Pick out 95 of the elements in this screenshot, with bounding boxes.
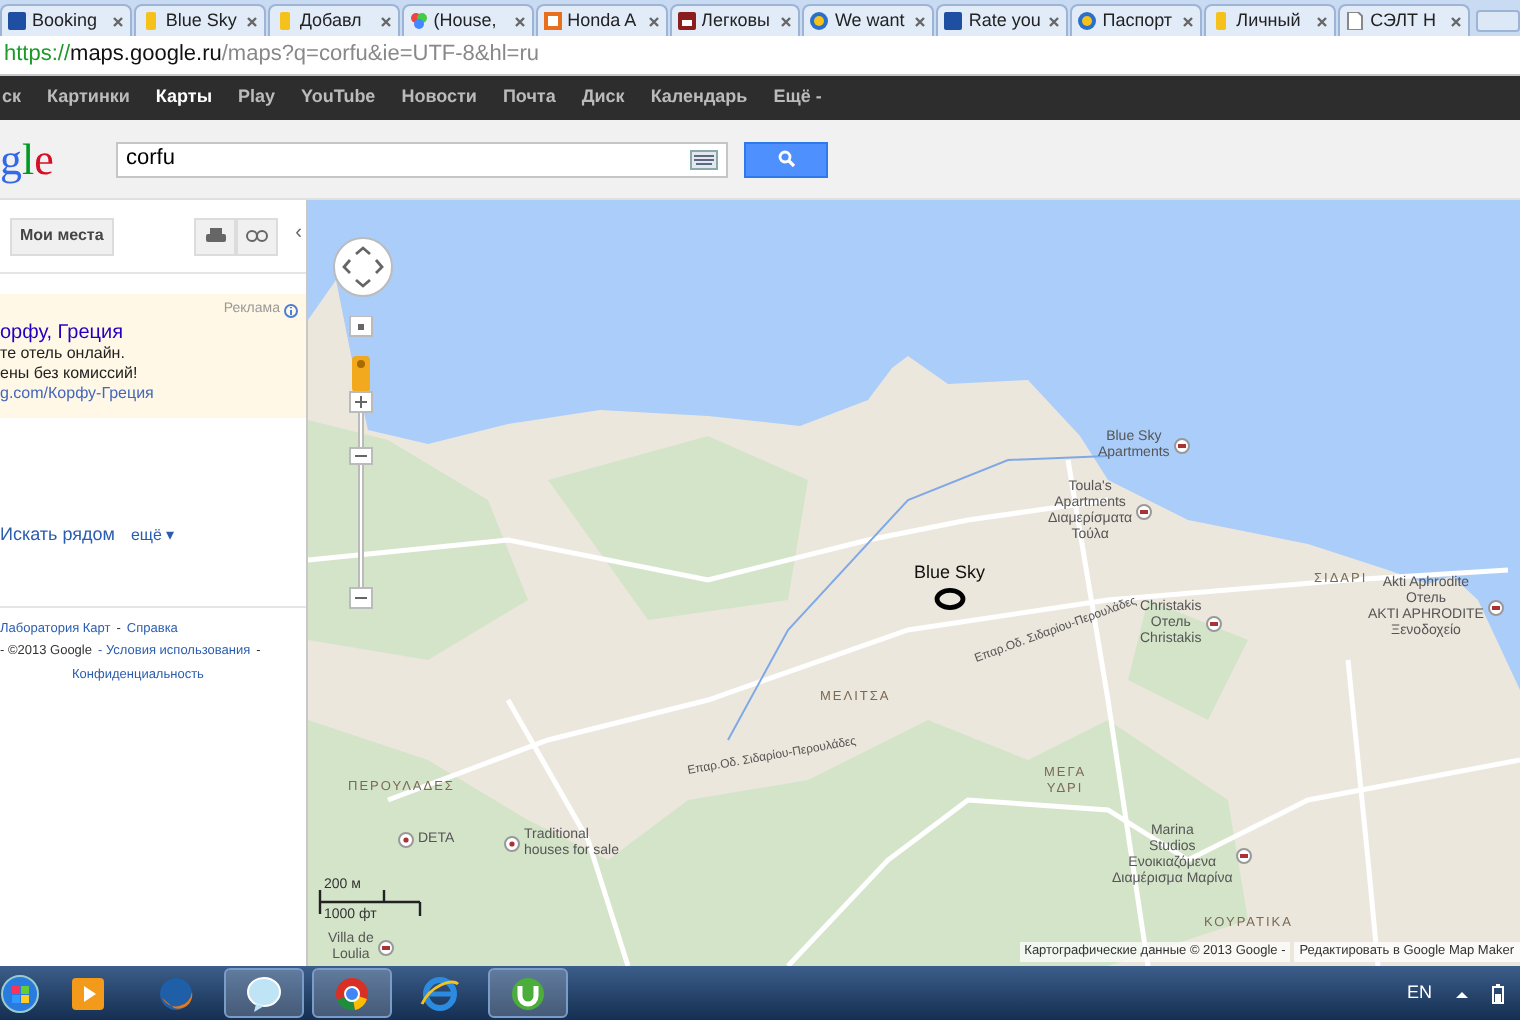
close-icon[interactable] — [1316, 15, 1329, 27]
nav-link[interactable]: Новости — [401, 84, 477, 112]
my-places-button[interactable]: Мои места — [10, 217, 114, 255]
browser-tab[interactable]: Личный — [1204, 4, 1337, 36]
browser-icon — [332, 973, 372, 1013]
bed-icon[interactable] — [1136, 504, 1153, 520]
taskbar-button[interactable] — [488, 968, 568, 1018]
bed-icon[interactable] — [1173, 438, 1190, 454]
browser-icon — [420, 973, 460, 1013]
info-icon[interactable] — [284, 303, 298, 318]
ad-title-link[interactable]: орфу, Греция — [0, 321, 306, 343]
torrent-icon — [508, 973, 548, 1013]
nav-link[interactable]: Календарь — [650, 84, 748, 112]
browser-tab[interactable]: Blue Sky — [133, 4, 266, 36]
ad-text: те отель онлайн. — [0, 343, 127, 363]
close-icon[interactable] — [1048, 15, 1061, 27]
ad-text: ены без комиссий! — [0, 363, 140, 383]
car-favicon-icon — [677, 12, 696, 30]
close-icon[interactable] — [245, 15, 258, 27]
browser-tab[interactable]: Легковы — [669, 4, 801, 36]
language-indicator[interactable]: EN — [1406, 979, 1432, 1007]
tab-title: Honda A — [567, 7, 639, 34]
browser-tab[interactable]: Rate you — [936, 4, 1069, 36]
start-icon[interactable] — [0, 973, 40, 1013]
link-button[interactable] — [236, 217, 278, 255]
nav-link[interactable]: Почта — [502, 84, 556, 112]
collapse-button[interactable]: ‹ — [295, 224, 302, 244]
browser-tab[interactable]: (House, — [401, 4, 534, 36]
browser-tab[interactable]: Honda A — [535, 4, 668, 36]
nav-link[interactable]: Картинки — [47, 84, 130, 112]
square-favicon-icon — [944, 12, 963, 30]
bed-icon[interactable] — [1236, 848, 1253, 864]
close-icon[interactable] — [1182, 15, 1195, 27]
bed-icon[interactable] — [1487, 600, 1504, 616]
action-link[interactable]: Искать рядом — [0, 522, 115, 549]
printer-icon — [205, 228, 225, 244]
link-icon — [246, 230, 268, 242]
place-icon[interactable] — [398, 832, 414, 848]
nav-link[interactable]: Карты — [155, 84, 213, 112]
tab-title: Паспорт — [1102, 7, 1175, 34]
browser-tab[interactable]: Паспорт — [1070, 4, 1203, 36]
address-field[interactable]: https://maps.google.ru/maps?q=corfu&ie=UTF-8&hl=ru — [0, 38, 540, 72]
browser-tab[interactable]: We want — [802, 4, 935, 36]
tray-expand-icon[interactable] — [1456, 989, 1468, 997]
pin-favicon-icon — [1212, 12, 1231, 30]
browser-tab[interactable]: Booking — [0, 4, 132, 36]
close-icon[interactable] — [914, 15, 927, 27]
browser-icon — [156, 973, 196, 1013]
circle-favicon-icon — [1078, 12, 1097, 30]
nav-link[interactable]: ск — [2, 84, 22, 112]
close-icon[interactable] — [1449, 15, 1462, 27]
marker-label[interactable]: Blue Sky — [914, 560, 986, 587]
nav-link[interactable]: Play — [238, 84, 276, 112]
tab-title: Личный — [1236, 7, 1303, 34]
tab-title: Blue Sky — [165, 7, 239, 34]
media-player-icon — [68, 973, 108, 1013]
browser-tab[interactable]: Добавл — [267, 4, 400, 36]
place-icon[interactable] — [504, 836, 520, 852]
pin-favicon-icon — [275, 12, 294, 30]
tab-title: Легковы — [701, 7, 773, 34]
print-button[interactable] — [194, 217, 236, 255]
tab-title: (House, — [433, 7, 499, 34]
keyboard-icon[interactable] — [690, 149, 718, 169]
browser-tab[interactable]: СЭЛТ Н — [1338, 4, 1470, 36]
pin-favicon-icon — [141, 12, 160, 30]
taskbar-button[interactable] — [224, 968, 304, 1018]
search-button[interactable] — [744, 141, 828, 177]
tab-title: Добавл — [299, 7, 364, 34]
close-icon[interactable] — [647, 15, 660, 27]
nav-link[interactable]: YouTube — [301, 84, 376, 112]
pan-control[interactable] — [332, 236, 394, 298]
chat-bubble-icon — [244, 973, 284, 1013]
square-favicon-icon — [8, 12, 26, 30]
page-icon — [1346, 12, 1365, 30]
square-favicon-icon — [543, 12, 562, 30]
close-icon[interactable] — [379, 15, 392, 27]
close-icon[interactable] — [111, 15, 124, 27]
tab-title: We want — [834, 7, 907, 34]
ad-url-link[interactable]: g.com/Корфу-Греция — [0, 383, 306, 403]
search-field[interactable]: corfu — [116, 141, 728, 177]
action-link[interactable]: ещё ▾ — [130, 523, 175, 548]
tab-title: Booking — [32, 7, 100, 34]
circle-favicon-icon — [810, 12, 829, 30]
battery-icon[interactable] — [1492, 983, 1504, 1003]
search-icon — [777, 150, 795, 168]
close-icon[interactable] — [513, 15, 526, 27]
tab-title: СЭЛТ Н — [1370, 7, 1439, 34]
ring-marker-icon[interactable] — [933, 587, 966, 609]
logo[interactable]: gle — [0, 137, 116, 181]
close-icon[interactable] — [780, 15, 793, 27]
search-text: corfu — [126, 144, 177, 175]
nav-link[interactable]: Ещё - — [773, 84, 822, 112]
dots-favicon-icon — [409, 12, 428, 30]
nav-link[interactable]: Диск — [581, 84, 625, 112]
tab-title: Rate you — [968, 7, 1043, 34]
